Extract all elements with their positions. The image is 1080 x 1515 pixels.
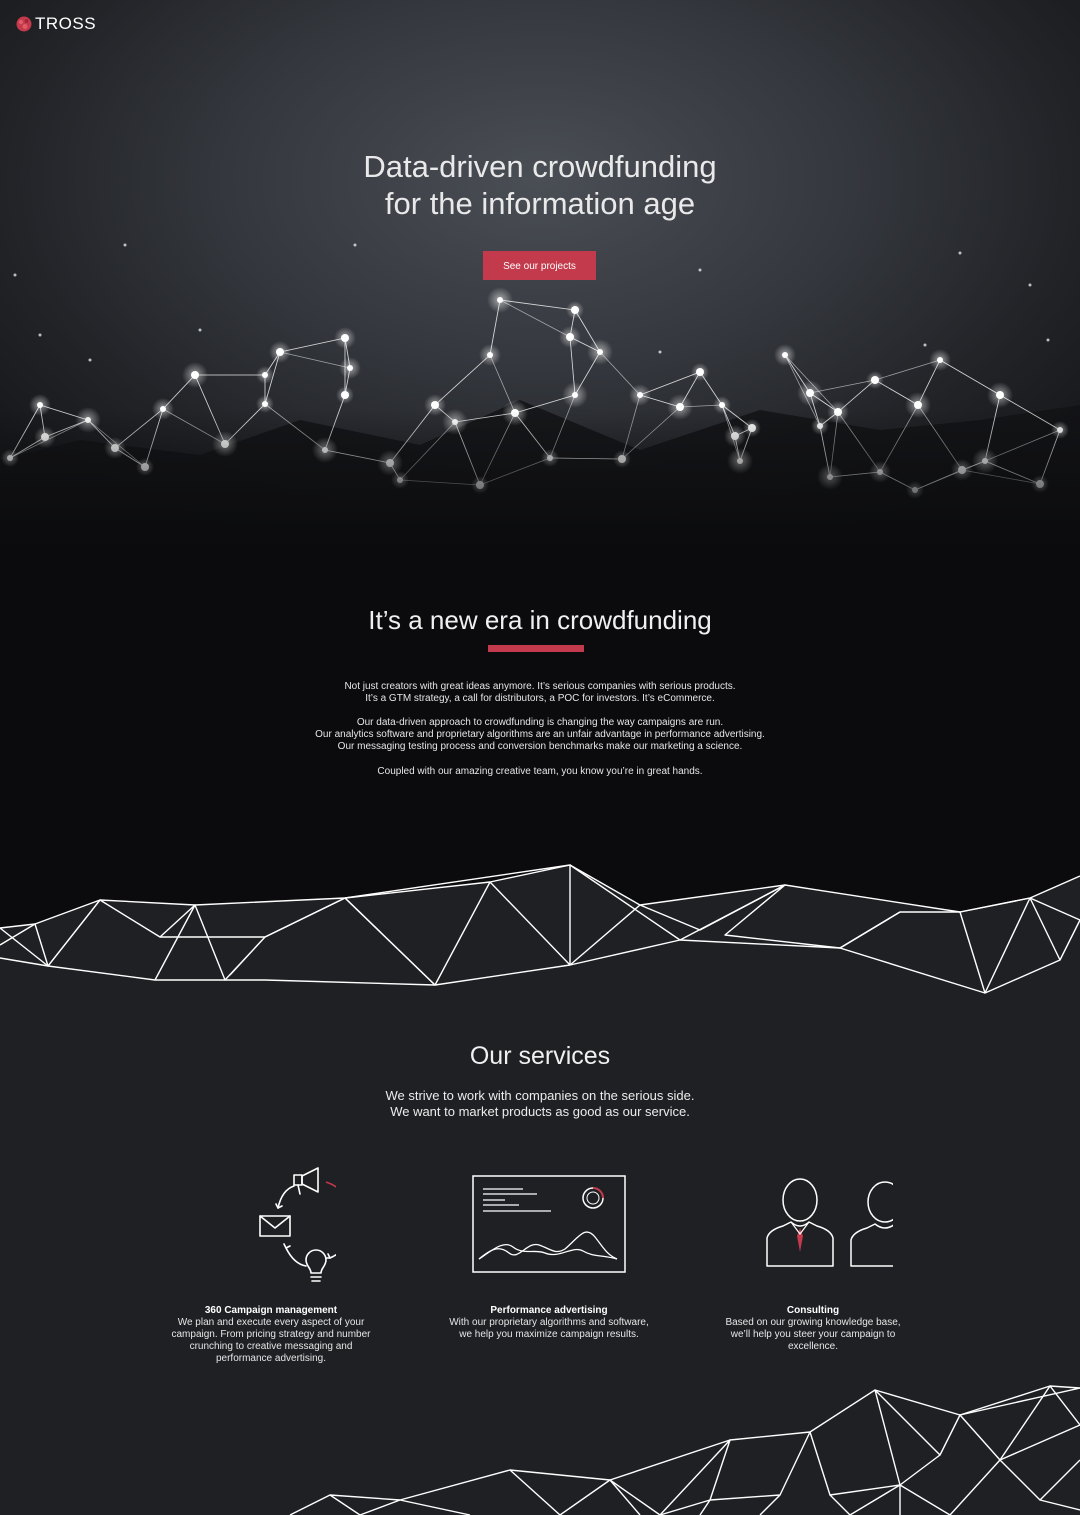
service-card-performance: Performance advertising With our proprie… bbox=[439, 1160, 659, 1340]
network-node bbox=[782, 352, 788, 358]
background-speck bbox=[923, 343, 927, 347]
service-card-campaign: $ 360 Campaign management We plan and ex… bbox=[161, 1160, 381, 1364]
service-desc-line: We plan and execute every aspect of your bbox=[177, 1317, 365, 1328]
network-node bbox=[341, 391, 349, 399]
era-paragraph-2-line-1: Our data-driven approach to crowdfunding… bbox=[356, 717, 724, 728]
era-paragraph-1-line-1: Not just creators with great ideas anymo… bbox=[344, 681, 736, 692]
background-speck bbox=[958, 251, 962, 255]
service-name: Consulting bbox=[786, 1305, 840, 1316]
background-speck bbox=[198, 328, 202, 332]
network-node bbox=[262, 401, 268, 407]
background-speck bbox=[88, 358, 92, 362]
services-title: Our services bbox=[469, 1042, 611, 1070]
campaign-cycle-icon: $ bbox=[259, 1167, 336, 1282]
network-node bbox=[637, 392, 643, 398]
era-paragraph-2-line-2: Our analytics software and proprietary a… bbox=[315, 729, 765, 740]
service-description: Based on our growing knowledge base, we’… bbox=[703, 1317, 923, 1353]
network-node bbox=[262, 372, 268, 378]
service-name: Performance advertising bbox=[490, 1305, 608, 1316]
background-speck bbox=[658, 350, 662, 354]
service-desc-line: With our proprietary algorithms and soft… bbox=[449, 1317, 649, 1328]
logo-mark-icon bbox=[16, 16, 32, 32]
service-name: 360 Campaign management bbox=[204, 1305, 338, 1316]
network-node bbox=[566, 333, 574, 341]
network-node bbox=[914, 401, 922, 409]
network-node bbox=[487, 352, 493, 358]
network-node bbox=[191, 371, 199, 379]
background-speck bbox=[698, 268, 702, 272]
network-node bbox=[341, 334, 349, 342]
network-node bbox=[696, 368, 704, 376]
network-node bbox=[37, 402, 43, 408]
network-node bbox=[497, 297, 503, 303]
network-node bbox=[806, 389, 814, 397]
services-subtitle-line-2: We want to market products as good as ou… bbox=[390, 1104, 690, 1119]
network-node bbox=[871, 376, 879, 384]
network-line bbox=[434, 354, 491, 406]
era-paragraph-3-line-1: Coupled with our amazing creative team, … bbox=[377, 766, 703, 777]
background-speck bbox=[1046, 338, 1050, 342]
network-node bbox=[431, 401, 439, 409]
new-era-section: It’s a new era in crowdfunding Not just … bbox=[0, 550, 1080, 880]
network-node bbox=[937, 357, 943, 363]
background-speck bbox=[123, 243, 127, 247]
hero-section: TROSS Data-driven crowdfunding for the i… bbox=[0, 0, 1080, 550]
service-desc-line: campaign. From pricing strategy and numb… bbox=[171, 1329, 371, 1340]
era-paragraph-2-line-3: Our messaging testing process and conver… bbox=[337, 741, 743, 752]
background-speck bbox=[1028, 283, 1032, 287]
network-node bbox=[719, 402, 725, 408]
service-desc-line: we help you maximize campaign results. bbox=[459, 1329, 639, 1340]
network-node bbox=[276, 348, 284, 356]
era-heading: It’s a new era in crowdfunding bbox=[368, 605, 712, 635]
mesh-divider-graphic bbox=[0, 860, 1080, 1000]
service-desc-line: excellence. bbox=[787, 1341, 839, 1352]
mesh-footer-graphic bbox=[289, 1385, 1080, 1515]
background-speck bbox=[13, 273, 17, 277]
service-description: We plan and execute every aspect of your… bbox=[161, 1317, 381, 1365]
hero-bottom-fade bbox=[0, 410, 1080, 550]
service-description: With our proprietary algorithms and soft… bbox=[439, 1317, 659, 1341]
background-speck bbox=[38, 333, 42, 337]
service-desc-line: crunching to creative messaging and bbox=[189, 1341, 353, 1352]
network-node bbox=[597, 349, 603, 355]
logo-text: TROSS bbox=[35, 14, 97, 33]
hero-title: Data-driven crowdfunding for the informa… bbox=[0, 148, 1080, 222]
network-node bbox=[572, 392, 578, 398]
analytics-dashboard-icon bbox=[472, 1175, 626, 1273]
network-node bbox=[996, 391, 1004, 399]
network-node bbox=[571, 306, 579, 314]
see-our-projects-button[interactable]: See our projects bbox=[483, 251, 596, 280]
heading-underline bbox=[488, 645, 584, 652]
network-node bbox=[347, 365, 353, 371]
services-subtitle-line-1: We strive to work with companies on the … bbox=[385, 1088, 695, 1103]
background-speck bbox=[353, 243, 357, 247]
service-desc-line: performance advertising. bbox=[215, 1353, 327, 1364]
hero-title-line2: for the information age bbox=[384, 186, 696, 221]
logo[interactable]: TROSS bbox=[15, 14, 96, 34]
service-desc-line: Based on our growing knowledge base, bbox=[725, 1317, 901, 1328]
service-desc-line: we’ll help you steer your campaign to bbox=[730, 1329, 896, 1340]
era-paragraph-1-line-2: It’s a GTM strategy, a call for distribu… bbox=[365, 693, 715, 704]
hero-title-line1: Data-driven crowdfunding bbox=[363, 149, 717, 184]
people-icon bbox=[766, 1178, 893, 1267]
service-card-consulting: Consulting Based on our growing knowledg… bbox=[703, 1160, 923, 1352]
